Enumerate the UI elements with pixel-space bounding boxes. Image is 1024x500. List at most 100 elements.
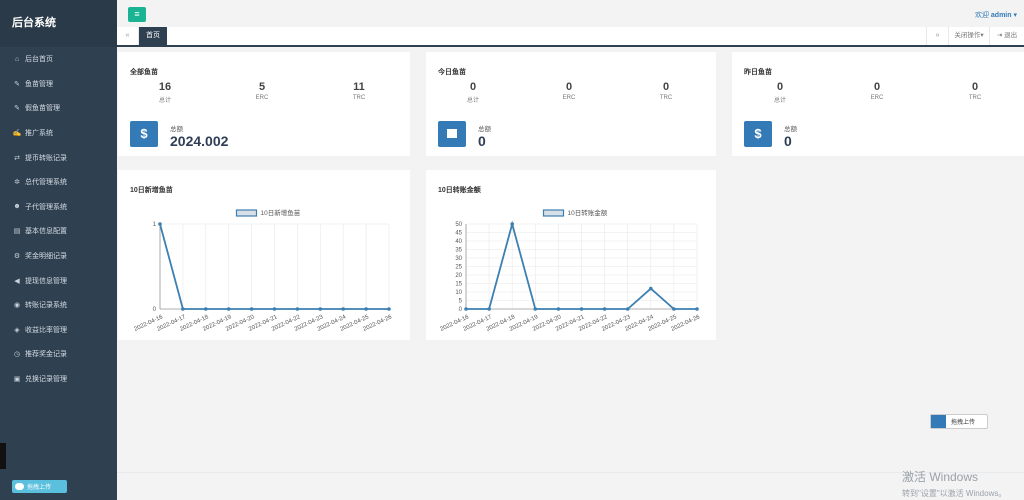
stat-label: TRC: [659, 95, 673, 101]
sidebar-item[interactable]: ▣ 兑换记录管理: [0, 367, 117, 392]
data-point: [272, 307, 277, 311]
data-point: [556, 307, 561, 311]
logout-button[interactable]: ⇥ 退出: [989, 27, 1024, 45]
stat-total: 0 总计: [745, 81, 815, 104]
stat-trc: 11 TRC: [324, 81, 394, 101]
y-tick-label: 30: [455, 256, 462, 262]
cloud-upload-icon: [931, 415, 946, 428]
data-point: [533, 307, 538, 311]
bullhorn-icon: ◀: [14, 277, 20, 285]
close-operations-dropdown[interactable]: 关闭操作▾: [948, 27, 989, 45]
data-point: [318, 307, 323, 311]
sidebar: 后台系统 ⌂ 后台首页 ✎ 鱼苗管理 ✎ 假鱼苗管理 ✍ 推广系统 ⇄ 提币转账记录 ✲ 总代管理系统…: [0, 0, 117, 500]
tab-scroll-right-button[interactable]: »: [926, 27, 948, 45]
data-point: [364, 307, 368, 311]
sidebar-item[interactable]: ✲ 总代管理系统: [0, 170, 117, 195]
sidebar-item-label: 基本信息配置: [25, 228, 67, 236]
sidebar-upload-button[interactable]: 拖拽上传: [12, 480, 67, 493]
welcome-text: 欢迎: [974, 12, 989, 19]
data-point: [295, 307, 300, 311]
sidebar-item[interactable]: ◷ 推荐奖金记录: [0, 342, 117, 367]
stat-value: 0: [971, 81, 979, 93]
data-point: [602, 307, 607, 311]
gear-icon: ✲: [14, 179, 20, 187]
stat-label: ERC: [870, 95, 884, 101]
sidebar-item[interactable]: ◈ 收益比率管理: [0, 318, 117, 343]
chart-card-transfer-amount: 10日转账金额 0 5 10 15 20 25 30 35 40 45 50 2022-04-16 20…: [426, 170, 716, 340]
stat-value: 0: [776, 81, 784, 93]
stat-value: 0: [565, 81, 573, 93]
hamburger-icon: ≡: [134, 9, 140, 19]
sidebar-drag-handle[interactable]: [0, 443, 6, 469]
stat-trc: 0 TRC: [631, 81, 701, 101]
sidebar-item-label: 鱼苗管理: [25, 80, 53, 88]
file-icon: ▤: [13, 228, 21, 236]
sidebar-item[interactable]: ☻ 子代管理系统: [0, 195, 117, 220]
shuffle-icon: ⇄: [14, 154, 20, 162]
y-tick-label: 50: [455, 222, 462, 228]
stat-erc: 5 ERC: [227, 81, 297, 101]
stat-value: 0: [873, 81, 881, 93]
watermark-line1: 激活 Windows: [902, 470, 979, 484]
stat-erc: 0 ERC: [534, 81, 604, 101]
drag-upload-button[interactable]: 拖拽上传: [930, 414, 988, 429]
sidebar-item-label: 子代管理系统: [25, 203, 67, 211]
menu-toggle-button[interactable]: ≡: [128, 7, 146, 22]
sidebar-item-label: 转账记录系统: [25, 302, 67, 310]
sidebar-nav: ⌂ 后台首页 ✎ 鱼苗管理 ✎ 假鱼苗管理 ✍ 推广系统 ⇄ 提币转账记录 ✲ 总代管理系统 ☻ 子代管理…: [0, 47, 117, 391]
sidebar-item[interactable]: ◉ 转账记录系统: [0, 293, 117, 318]
y-tick-label: 35: [455, 248, 462, 254]
sidebar-item-label: 兑换记录管理: [25, 376, 67, 384]
total-label: 总额: [784, 126, 797, 133]
y-tick-label: 0: [459, 307, 463, 313]
watermark-line2: 转到"设置"以激活 Windows。: [902, 489, 1007, 498]
card-title: 今日鱼苗: [438, 69, 466, 76]
clock-icon: ◷: [13, 351, 21, 359]
edit-icon: ✍: [12, 130, 22, 138]
total-label: 总额: [170, 126, 183, 133]
y-tick-label: 10: [455, 290, 462, 296]
cloud-upload-icon: [15, 483, 24, 490]
data-point: [249, 307, 254, 311]
data-point: [625, 307, 630, 311]
user-menu[interactable]: 欢迎 admin ▾: [975, 10, 1017, 20]
sidebar-item[interactable]: ⚙ 奖金明细记录: [0, 244, 117, 269]
list-icon: ▣: [13, 376, 21, 384]
data-point: [226, 307, 231, 311]
app-title: 后台系统: [0, 0, 117, 47]
sidebar-item[interactable]: ✎ 鱼苗管理: [0, 72, 117, 97]
sidebar-item[interactable]: ✍ 推广系统: [0, 121, 117, 146]
new-fish-line-chart: 012022-04-162022-04-172022-04-182022-04-…: [133, 208, 393, 333]
stat-label: ERC: [562, 95, 576, 101]
wrench-icon: ✎: [14, 80, 20, 88]
stats-card-all: 全部鱼苗 16 总计 5 ERC 11 TRC $ 总额 2024.002: [118, 52, 410, 156]
stat-label: TRC: [968, 95, 982, 101]
shield-icon: ◈: [14, 326, 20, 334]
stat-trc: 0 TRC: [940, 81, 1010, 101]
sidebar-item[interactable]: ✎ 假鱼苗管理: [0, 96, 117, 121]
stat-label: ERC: [255, 95, 269, 101]
sidebar-item[interactable]: ▤ 基本信息配置: [0, 219, 117, 244]
card-title: 全部鱼苗: [130, 69, 158, 76]
y-tick-label: 1: [153, 222, 157, 228]
y-tick-label: 0: [153, 307, 157, 313]
data-point: [649, 286, 653, 291]
data-point: [672, 307, 676, 311]
sidebar-item[interactable]: ⇄ 提币转账记录: [0, 145, 117, 170]
data-point: [579, 307, 584, 311]
sidebar-item[interactable]: ◀ 提现信息管理: [0, 268, 117, 293]
dollar-icon: $: [744, 121, 772, 147]
tab-scroll-left-button[interactable]: «: [117, 27, 139, 45]
total-value: 0: [784, 133, 792, 149]
users-icon: ☻: [13, 203, 21, 211]
stat-erc: 0 ERC: [842, 81, 912, 101]
total-value: 0: [478, 133, 486, 149]
tab-home[interactable]: 首页: [139, 27, 167, 45]
sidebar-item-label: 提币转账记录: [25, 154, 67, 162]
total-value: 2024.002: [170, 133, 229, 149]
data-point: [487, 307, 491, 311]
sidebar-item-label: 总代管理系统: [25, 179, 67, 187]
sidebar-item[interactable]: ⌂ 后台首页: [0, 47, 117, 72]
data-point: [204, 307, 208, 311]
data-point: [158, 222, 162, 226]
